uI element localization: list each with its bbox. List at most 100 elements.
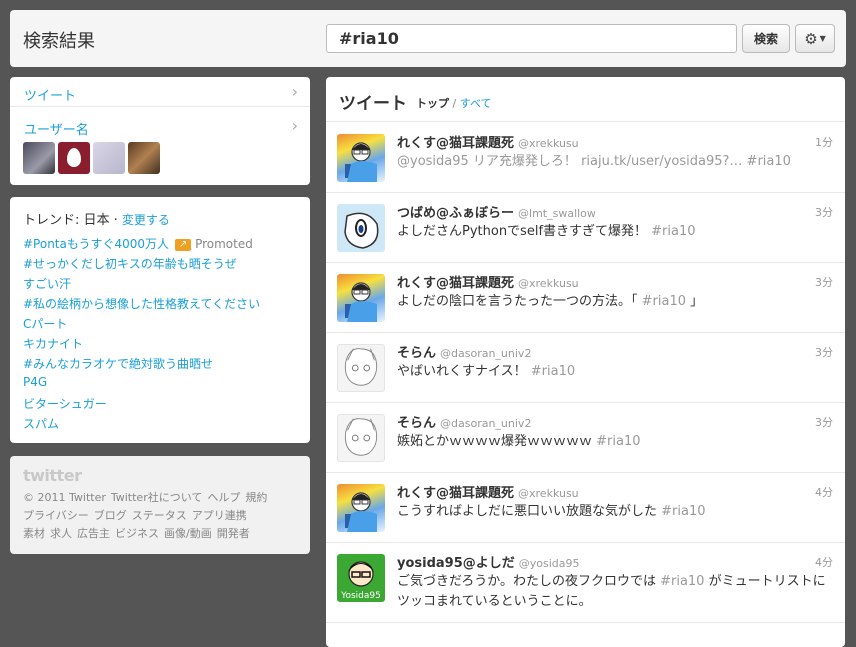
trends-header: トレンド: 日本 · 変更する: [23, 213, 170, 228]
footer-link[interactable]: ブログ: [94, 509, 127, 522]
footer-link[interactable]: 求人: [50, 527, 72, 540]
change-location-link[interactable]: 変更する: [122, 213, 170, 227]
footer-link[interactable]: ビジネス: [115, 527, 159, 540]
footer-link[interactable]: 規約: [245, 491, 267, 504]
tweet-timestamp[interactable]: 1分: [815, 134, 833, 150]
tab-top[interactable]: トップ: [416, 97, 449, 110]
trend-item[interactable]: ビターシュガー: [23, 395, 260, 415]
trend-item[interactable]: #みんなカラオケで絶対歌う曲晒せ: [23, 355, 260, 375]
tweet-item[interactable]: Yosida95 yosida95@よしだ @yosida95 4分 ご気づきだろ…: [326, 543, 845, 623]
trend-item[interactable]: #せっかくだし初キスの年齢も晒そうぜ: [23, 255, 260, 275]
tab-all[interactable]: すべて: [460, 97, 492, 110]
user-thumbnail[interactable]: [93, 142, 125, 174]
hashtag-link[interactable]: #ria10: [747, 154, 791, 169]
author-name[interactable]: yosida95@よしだ: [397, 556, 515, 571]
search-button[interactable]: 検索: [742, 24, 790, 53]
tweet-author[interactable]: れくす@猫耳課題死 @xrekkusu: [397, 132, 579, 151]
tweet-timestamp[interactable]: 3分: [815, 414, 833, 430]
tweet-author[interactable]: つばめ@ふぁぼらー @lmt_swallow: [397, 202, 596, 221]
author-handle[interactable]: @xrekkusu: [518, 487, 579, 500]
avatar[interactable]: Yosida95: [337, 554, 385, 602]
twitter-logo: twitter: [23, 466, 82, 485]
hashtag-link[interactable]: #ria10: [660, 574, 704, 589]
tab-separator: /: [452, 97, 457, 110]
nav-item-usernames[interactable]: ユーザー名 ›: [10, 111, 310, 141]
tweet-author[interactable]: yosida95@よしだ @yosida95: [397, 552, 580, 571]
promoted-arrow-icon: ↗: [175, 238, 192, 251]
user-thumbnail[interactable]: [58, 142, 90, 174]
trend-item[interactable]: P4G: [23, 375, 260, 395]
footer-link[interactable]: ステータス: [132, 509, 187, 522]
nav-item-tweets[interactable]: ツイート ›: [10, 77, 310, 107]
search-input[interactable]: [326, 24, 737, 53]
avatar[interactable]: [337, 134, 385, 182]
tweet-item[interactable]: れくす@猫耳課題死 @xrekkusu 3分 よしだの陰口を言うたった一つの方法。…: [326, 263, 845, 333]
author-handle[interactable]: @dasoran_univ2: [440, 417, 531, 430]
chevron-right-icon: ›: [291, 116, 298, 135]
author-name[interactable]: れくす@猫耳課題死: [397, 486, 514, 501]
avatar[interactable]: [337, 414, 385, 462]
trend-item[interactable]: #私の絵柄から想像した性格教えてください: [23, 295, 260, 315]
hashtag-link[interactable]: #ria10: [531, 364, 575, 379]
avatar[interactable]: [337, 204, 385, 252]
tweet-timestamp[interactable]: 4分: [815, 484, 833, 500]
nav-item-label: ユーザー名: [24, 123, 89, 138]
tweet-author[interactable]: そらん @dasoran_univ2: [397, 342, 531, 361]
author-handle[interactable]: @dasoran_univ2: [440, 347, 531, 360]
tweet-item[interactable]: そらん @dasoran_univ2 3分 嫉妬とかｗｗｗｗ爆発ｗｗｗｗｗ #ri…: [326, 403, 845, 473]
author-handle[interactable]: @lmt_swallow: [518, 207, 596, 220]
settings-menu-button[interactable]: ⚙ ▼: [795, 24, 835, 53]
author-name[interactable]: そらん: [397, 416, 436, 431]
promoted-label: Promoted: [195, 237, 253, 251]
footer-link[interactable]: アプリ連携: [192, 509, 247, 522]
tweet-body: よしださんPythonでself書きすぎて爆発！: [397, 224, 652, 239]
trend-item[interactable]: スパム: [23, 415, 260, 435]
user-thumbnails: [23, 142, 160, 174]
hashtag-link[interactable]: #ria10: [642, 294, 686, 309]
author-name[interactable]: そらん: [397, 346, 436, 361]
tweet-item[interactable]: れくす@猫耳課題死 @xrekkusu 4分 こうすればよしだに悪口いい放題な気が…: [326, 473, 845, 543]
footer-link[interactable]: 広告主: [77, 527, 110, 540]
tweet-item[interactable]: つばめ@ふぁぼらー @lmt_swallow 3分 よしださんPythonでsel…: [326, 193, 845, 263]
tweet-author[interactable]: れくす@猫耳課題死 @xrekkusu: [397, 482, 579, 501]
tweet-text: 嫉妬とかｗｗｗｗ爆発ｗｗｗｗｗ #ria10: [397, 432, 833, 452]
trends-title: トレンド: 日本: [23, 213, 110, 228]
tweet-link[interactable]: riaju.tk/user/yosida95?…: [581, 154, 742, 169]
tweet-item[interactable]: そらん @dasoran_univ2 3分 やばいれくすナイス！ #ria10: [326, 333, 845, 403]
trend-item[interactable]: キカナイト: [23, 335, 260, 355]
author-handle[interactable]: @xrekkusu: [518, 137, 579, 150]
tweet-item[interactable]: れくす@猫耳課題死 @xrekkusu 1分 @yosida95 リア充爆発しろ！…: [326, 123, 845, 193]
trend-item[interactable]: すごい汗: [23, 275, 260, 295]
tweet-timestamp[interactable]: 3分: [815, 344, 833, 360]
footer-link[interactable]: プライバシー: [23, 509, 89, 522]
trend-item[interactable]: Cパート: [23, 315, 260, 335]
tweet-timestamp[interactable]: 3分: [815, 274, 833, 290]
footer-link[interactable]: 開発者: [217, 527, 250, 540]
avatar[interactable]: [337, 344, 385, 392]
tweet-text: こうすればよしだに悪口いい放題な気がした #ria10: [397, 502, 833, 522]
tweet-author[interactable]: れくす@猫耳課題死 @xrekkusu: [397, 272, 579, 291]
hashtag-link[interactable]: #ria10: [651, 224, 695, 239]
user-thumbnail[interactable]: [128, 142, 160, 174]
footer-link[interactable]: Twitter社について: [111, 491, 203, 504]
tweet-timestamp[interactable]: 3分: [815, 204, 833, 220]
author-name[interactable]: れくす@猫耳課題死: [397, 276, 514, 291]
mention-text: @yosida95 リア充爆発しろ！: [397, 154, 582, 169]
footer-link[interactable]: ヘルプ: [207, 491, 240, 504]
footer-link[interactable]: 画像/動画: [164, 527, 212, 540]
user-thumbnail[interactable]: [23, 142, 55, 174]
footer-link[interactable]: 素材: [23, 527, 45, 540]
author-handle[interactable]: @xrekkusu: [518, 277, 579, 290]
trend-item[interactable]: #Pontaもうすぐ4000万人 ↗ Promoted: [23, 235, 260, 255]
author-name[interactable]: れくす@猫耳課題死: [397, 136, 514, 151]
tweet-timestamp[interactable]: 4分: [815, 554, 833, 570]
author-handle[interactable]: @yosida95: [519, 557, 580, 570]
author-name[interactable]: つばめ@ふぁぼらー: [397, 206, 514, 221]
trend-item-label[interactable]: #Pontaもうすぐ4000万人: [23, 237, 169, 251]
avatar[interactable]: [337, 484, 385, 532]
avatar[interactable]: [337, 274, 385, 322]
timeline-title: ツイート: [339, 94, 407, 114]
hashtag-link[interactable]: #ria10: [661, 504, 705, 519]
hashtag-link[interactable]: #ria10: [596, 434, 640, 449]
tweet-author[interactable]: そらん @dasoran_univ2: [397, 412, 531, 431]
